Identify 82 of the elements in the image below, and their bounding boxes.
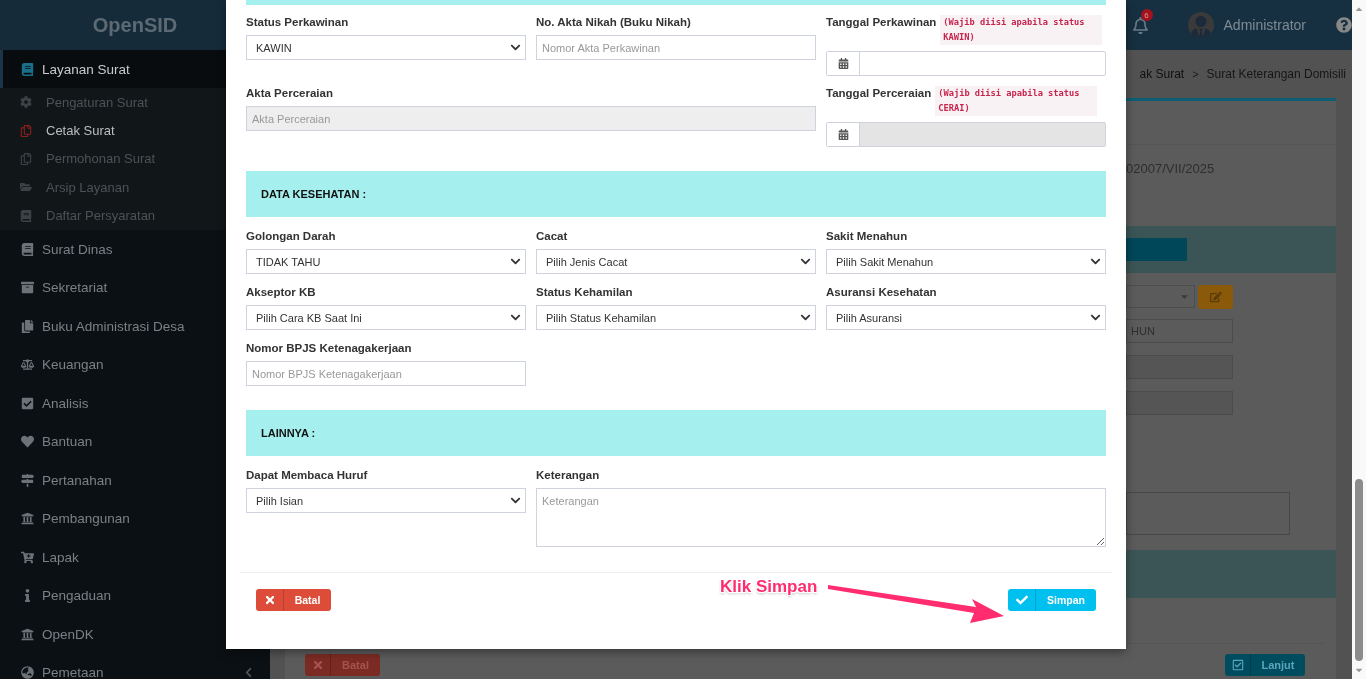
book-icon	[20, 209, 32, 222]
signpost-icon	[21, 473, 34, 487]
required-hint: (Wajib diisi apabila status KAWIN)	[940, 15, 1103, 45]
bank-icon	[21, 627, 34, 641]
annotation-text: Klik Simpan	[720, 577, 818, 597]
field-label: Asuransi Kesehatan	[826, 285, 937, 299]
gear-icon	[20, 96, 32, 109]
scale-icon	[21, 358, 34, 372]
field-label: Sakit Menahun	[826, 229, 908, 243]
book-icon	[21, 62, 34, 76]
chevron-icon	[1090, 312, 1101, 323]
files-icon	[21, 319, 34, 333]
sidebar-item[interactable]: Lapak	[0, 537, 270, 577]
bell-icon[interactable]	[1131, 16, 1149, 34]
archive-icon	[21, 281, 34, 295]
field-label: Keterangan	[536, 468, 600, 482]
select-field[interactable]	[1126, 285, 1195, 308]
field-label: Cacat	[536, 229, 568, 243]
select-field[interactable]: Pilih Isian	[246, 488, 526, 513]
field-label: No. Akta Nikah (Buku Nikah)	[536, 15, 691, 29]
calendar-icon	[837, 129, 849, 140]
field-label: Tanggal Perceraian	[826, 86, 932, 100]
edit-icon	[1209, 291, 1222, 303]
textarea-field[interactable]	[1126, 492, 1290, 535]
avatar[interactable]	[1187, 12, 1214, 38]
field-label: Golongan Darah	[246, 229, 336, 243]
sidebar-item[interactable]: OpenDK	[0, 614, 270, 654]
help-icon[interactable]	[1336, 17, 1352, 33]
field-label: Dapat Membaca Huruf	[246, 468, 368, 482]
select-field[interactable]: Pilih Status Kehamilan	[536, 305, 816, 330]
field-label: Status Perkawinan	[246, 15, 349, 29]
chevron-icon	[800, 312, 811, 323]
globe-icon	[21, 666, 34, 679]
field-label: Status Kehamilan	[536, 285, 633, 299]
select-field[interactable]: Pilih Jenis Cacat	[536, 249, 816, 274]
edit-button[interactable]	[1198, 285, 1233, 309]
required-hint: (Wajib diisi apabila status CERAI)	[935, 86, 1098, 116]
calendar-icon	[837, 58, 849, 69]
heart-icon	[21, 435, 34, 449]
chevron-icon	[510, 42, 521, 53]
sidebar-item[interactable]: Analisis	[0, 383, 270, 423]
checkbox-icon	[1231, 659, 1244, 671]
field-label: Tanggal Perkawinan	[826, 15, 937, 29]
copy-icon	[20, 124, 32, 137]
close-icon	[311, 659, 324, 671]
select-field[interactable]: KAWIN	[246, 35, 526, 60]
cart-icon	[21, 550, 34, 564]
next-button[interactable]: Lanjut	[1225, 654, 1305, 676]
book-icon	[21, 242, 34, 256]
input-field[interactable]	[1126, 355, 1233, 379]
chevron-icon	[510, 312, 521, 323]
scrollbar-thumb[interactable]	[1355, 479, 1363, 661]
chevron-icon	[510, 495, 521, 506]
checkbox-icon	[21, 396, 34, 410]
section-title: DATA KESEHATAN :	[261, 188, 367, 200]
sidebar-item[interactable]: Pemetaan	[0, 653, 270, 679]
chevron-icon	[510, 256, 521, 267]
field-label: Nomor BPJS Ketenagakerjaan	[246, 341, 412, 355]
bank-icon	[21, 512, 34, 526]
field-label: Akta Perceraian	[246, 86, 333, 100]
select-field[interactable]: TIDAK TAHU	[246, 249, 526, 274]
folder-icon	[20, 181, 32, 194]
user-name[interactable]: Administrator	[1223, 17, 1306, 33]
copy-icon	[20, 152, 32, 165]
notification-badge: 6	[1140, 9, 1153, 21]
select-field[interactable]: Pilih Asuransi	[826, 305, 1106, 330]
breadcrumb-item: Surat Keterangan Domisili	[1206, 67, 1346, 81]
cancel-button[interactable]: Batal	[256, 589, 331, 611]
chevron-icon	[800, 256, 811, 267]
select-field[interactable]: Pilih Cara KB Saat Ini	[246, 305, 526, 330]
check-icon	[1015, 594, 1028, 606]
close-icon	[263, 594, 276, 606]
select-field[interactable]: Pilih Sakit Menahun	[826, 249, 1106, 274]
chevron-icon	[1090, 256, 1101, 267]
collapse-icon[interactable]	[243, 667, 254, 678]
section-title: LAINNYA :	[261, 427, 316, 439]
date-field[interactable]	[826, 51, 1106, 76]
breadcrumb-separator: >	[1192, 68, 1199, 80]
input-field[interactable]	[1126, 391, 1233, 415]
brand-logo[interactable]: OpenSID	[92, 13, 178, 37]
field-label: Akseptor KB	[246, 285, 316, 299]
tab-button[interactable]	[1126, 238, 1187, 261]
